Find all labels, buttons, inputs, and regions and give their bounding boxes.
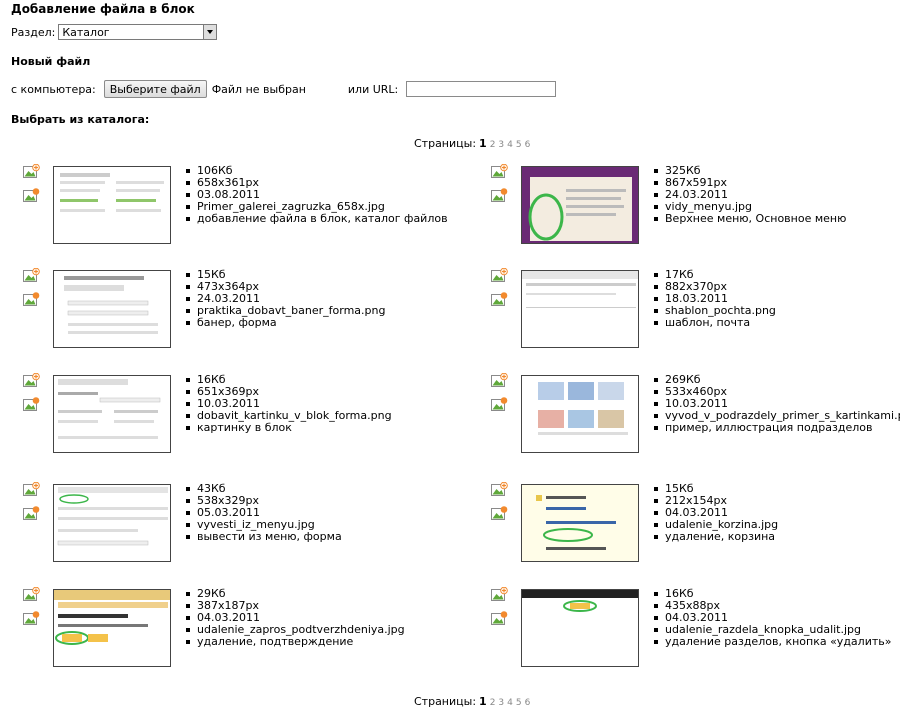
section-select-value: Каталог [62, 25, 110, 39]
thumbnail-image-icon[interactable] [23, 397, 40, 411]
upload-row: с компьютера: Выберите файл Файл не выбр… [11, 80, 557, 98]
pager-current-page: 1 [479, 695, 487, 708]
thumbnail-image-icon[interactable] [23, 292, 40, 306]
file-meta-list: 15Кб 473x364px 24.03.2011 praktika_dobavt_b… [185, 269, 385, 329]
pager-page-link[interactable]: 4 [507, 698, 513, 708]
pager-page-link[interactable]: 2 [490, 698, 496, 708]
file-meta-list: 29Кб 387x187px 04.03.2011 udalenie_zapros_p… [185, 588, 405, 648]
file-thumbnail[interactable] [521, 484, 639, 562]
thumbnail-image-icon[interactable] [491, 292, 508, 306]
pager-label: Страницы: [414, 695, 477, 708]
file-meta-list: 16Кб 651x369px 10.03.2011 dobavit_kartinku_… [185, 374, 392, 434]
thumbnail-image-icon[interactable] [491, 611, 508, 625]
insert-image-icon[interactable] [23, 164, 40, 178]
insert-image-icon[interactable] [23, 482, 40, 496]
pager-page-link[interactable]: 3 [498, 140, 504, 150]
thumbnail-image-icon[interactable] [491, 397, 508, 411]
file-meta-list: 17Кб 882x370px 18.03.2011 shablon_pochta.pn… [653, 269, 776, 329]
from-computer-label: с компьютера: [11, 82, 96, 96]
page-title: Добавление файла в блок [11, 2, 195, 16]
thumbnail-image-icon[interactable] [491, 506, 508, 520]
thumbnail-image-icon[interactable] [23, 188, 40, 202]
file-tags: картинку в блок [185, 422, 392, 434]
section-label: Раздел: [11, 25, 56, 39]
new-file-heading: Новый файл [11, 55, 91, 68]
file-item: 16Кб 651x369px 10.03.2011 dobavit_kartinku_… [10, 373, 450, 460]
file-item: 15Кб 212x154px 04.03.2011 udalenie_korzina.… [478, 482, 900, 569]
no-file-text: Файл не выбран [211, 82, 306, 96]
insert-image-icon[interactable] [491, 164, 508, 178]
file-tags: Верхнее меню, Основное меню [653, 213, 846, 225]
file-tags: добавление файла в блок, каталог файлов [185, 213, 448, 225]
file-item: 16Кб 435x88px 04.03.2011 udalenie_razdela_k… [478, 587, 900, 674]
insert-image-icon[interactable] [491, 482, 508, 496]
insert-image-icon[interactable] [23, 587, 40, 601]
file-thumbnail[interactable] [53, 484, 171, 562]
section-select[interactable]: Каталог [58, 24, 218, 40]
insert-image-icon[interactable] [491, 268, 508, 282]
insert-image-icon[interactable] [23, 373, 40, 387]
file-thumbnail[interactable] [521, 589, 639, 667]
file-meta-list: 15Кб 212x154px 04.03.2011 udalenie_korzina.… [653, 483, 778, 543]
thumbnail-image-icon[interactable] [491, 188, 508, 202]
thumbnail-image-icon[interactable] [23, 611, 40, 625]
file-tags: удаление разделов, кнопка «удалить» [653, 636, 891, 648]
file-meta-list: 325Кб 867x591px 24.03.2011 vidy_menyu.jpg Ве… [653, 165, 846, 225]
pager-bottom: Страницы: 1 2 3 4 5 6 [414, 695, 530, 708]
file-thumbnail[interactable] [521, 270, 639, 348]
pager-page-link[interactable]: 6 [525, 140, 531, 150]
file-thumbnail[interactable] [53, 166, 171, 244]
catalog-heading: Выбрать из каталога: [11, 113, 150, 126]
file-item: 29Кб 387x187px 04.03.2011 udalenie_zapros_p… [10, 587, 450, 674]
pager-page-link[interactable]: 5 [516, 698, 522, 708]
file-meta-list: 269Кб 533x460px 10.03.2011 vyvod_v_podrazde… [653, 374, 900, 434]
insert-image-icon[interactable] [23, 268, 40, 282]
file-tags: удаление, корзина [653, 531, 778, 543]
chevron-down-icon[interactable] [203, 25, 217, 39]
file-thumbnail[interactable] [53, 270, 171, 348]
file-item: 269Кб 533x460px 10.03.2011 vyvod_v_podrazde… [478, 373, 900, 460]
pager-label: Страницы: [414, 137, 477, 150]
pager-current-page: 1 [479, 137, 487, 150]
insert-image-icon[interactable] [491, 587, 508, 601]
url-input[interactable] [406, 81, 557, 97]
file-meta-list: 43Кб 538x329px 05.03.2011 vyvesti_iz_menyu.… [185, 483, 342, 543]
pager-page-link[interactable]: 3 [498, 698, 504, 708]
file-thumbnail[interactable] [53, 589, 171, 667]
pager-page-link[interactable]: 4 [507, 140, 513, 150]
thumbnail-image-icon[interactable] [23, 506, 40, 520]
file-meta-list: 16Кб 435x88px 04.03.2011 udalenie_razdela_k… [653, 588, 891, 648]
file-item: 17Кб 882x370px 18.03.2011 shablon_pochta.pn… [478, 268, 900, 355]
file-tags: вывести из меню, форма [185, 531, 342, 543]
section-row: Раздел: Каталог [11, 24, 218, 40]
file-thumbnail[interactable] [53, 375, 171, 453]
file-item: 43Кб 538x329px 05.03.2011 vyvesti_iz_menyu.… [10, 482, 450, 569]
file-thumbnail[interactable] [521, 166, 639, 244]
pager-top: Страницы: 1 2 3 4 5 6 [414, 137, 530, 150]
file-item: 106Кб 658x361px 03.08.2011 Primer_galerei_z… [10, 164, 450, 251]
pager-page-link[interactable]: 5 [516, 140, 522, 150]
file-tags: пример, иллюстрация подразделов [653, 422, 900, 434]
file-tags: банер, форма [185, 317, 385, 329]
file-tags: удаление, подтверждение [185, 636, 405, 648]
file-thumbnail[interactable] [521, 375, 639, 453]
file-meta-list: 106Кб 658x361px 03.08.2011 Primer_galerei_z… [185, 165, 448, 225]
insert-image-icon[interactable] [491, 373, 508, 387]
pager-page-link[interactable]: 6 [525, 698, 531, 708]
url-label: или URL: [347, 82, 399, 96]
file-tags: шаблон, почта [653, 317, 776, 329]
choose-file-button[interactable]: Выберите файл [103, 80, 207, 98]
file-item: 325Кб 867x591px 24.03.2011 vidy_menyu.jpg Ве… [478, 164, 900, 251]
file-item: 15Кб 473x364px 24.03.2011 praktika_dobavt_b… [10, 268, 450, 355]
pager-page-link[interactable]: 2 [490, 140, 496, 150]
